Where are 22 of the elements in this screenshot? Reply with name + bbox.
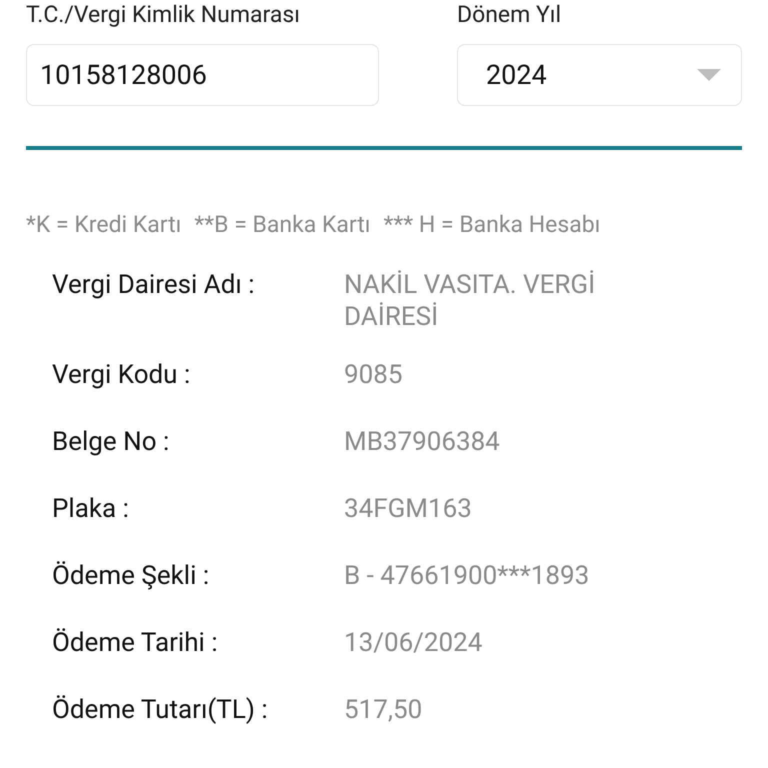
- detail-label: Ödeme Tutarı(TL) :: [52, 694, 269, 726]
- detail-label: Ödeme Şekli :: [52, 560, 210, 592]
- detail-value: 34FGM163: [344, 492, 473, 524]
- field-label: T.C./Vergi Kimlik Numarası: [26, 0, 300, 30]
- detail-value: NAKİL VASITA. VERGİ DAİRESİ: [344, 268, 596, 332]
- detail-value: MB37906384: [344, 426, 501, 458]
- detail-label: Plaka :: [52, 492, 130, 524]
- detail-label: Vergi Dairesi Adı :: [52, 268, 256, 300]
- taxpayer-id-field[interactable]: 10158128006: [26, 44, 379, 106]
- detail-value: 517,50: [344, 694, 424, 726]
- detail-value: 9085: [344, 358, 404, 390]
- dropdown-caret-icon: [697, 69, 721, 81]
- detail-value: 13/06/2024: [344, 626, 484, 658]
- detail-label: Belge No :: [52, 426, 170, 458]
- legend-text: **B = Banka Kartı: [194, 210, 370, 240]
- detail-label: Vergi Kodu :: [52, 358, 192, 390]
- detail-value: B - 47661900***1893: [344, 560, 590, 592]
- year-dropdown[interactable]: 2024: [457, 44, 742, 106]
- legend-text: *** H = Banka Hesabı: [383, 210, 600, 240]
- field-label: Dönem Yıl: [457, 0, 562, 30]
- detail-label: Ödeme Tarihi :: [52, 626, 219, 658]
- legend-text: *K = Kredi Kartı: [26, 210, 182, 240]
